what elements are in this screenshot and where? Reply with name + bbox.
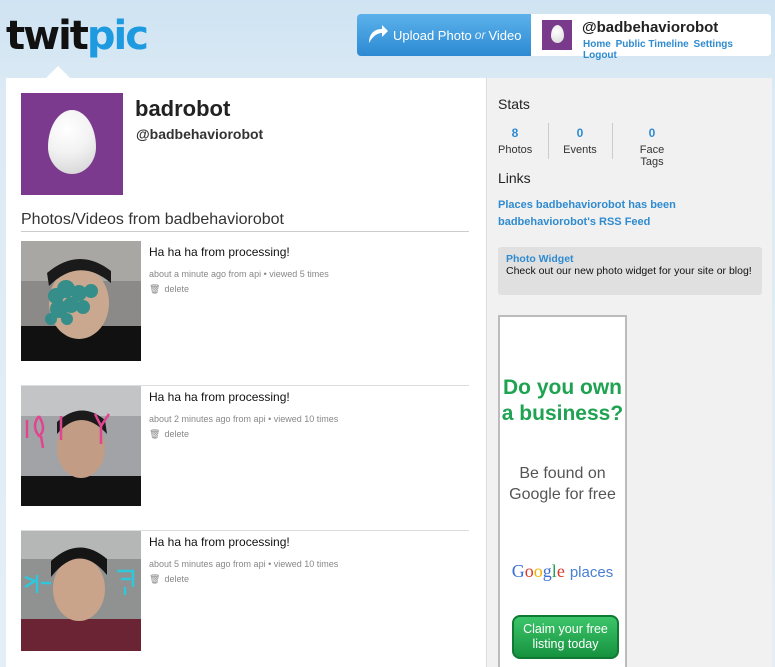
delete-link[interactable]: 🗑 delete (149, 574, 189, 585)
stat-photos[interactable]: 8 Photos (498, 126, 532, 156)
stats-title: Stats (498, 96, 530, 112)
stat-divider (548, 123, 549, 159)
stat-face-tags[interactable]: 0 Face Tags (627, 126, 677, 168)
stat-face-tags-value: 0 (648, 126, 656, 140)
photo-thumbnail[interactable] (21, 386, 141, 506)
delete-link[interactable]: 🗑 delete (149, 284, 189, 295)
upload-or: or (474, 28, 486, 42)
upload-arrow-icon (369, 25, 388, 43)
trash-icon: 🗑 (149, 429, 161, 439)
profile-name: badrobot (135, 96, 231, 121)
photo-message[interactable]: Ha ha ha from processing! (149, 245, 290, 259)
photo-meta: about 5 minutes ago from api • viewed 10… (149, 559, 339, 569)
nav-settings[interactable]: Settings (694, 39, 733, 50)
nav-home[interactable]: Home (583, 39, 611, 50)
delete-link[interactable]: 🗑 delete (149, 429, 189, 440)
upload-video-label: Video (488, 27, 522, 43)
rss-feed-link[interactable]: badbehaviorobot's RSS Feed (498, 216, 650, 228)
header-nav: Home Public Timeline Settings Logout (583, 39, 771, 61)
sidebar: Stats 8 Photos 0 Events 0 Face Tags Link… (486, 78, 772, 667)
google-wordmark: Google (511, 561, 565, 581)
stat-photos-label: Photos (498, 144, 533, 156)
trash-icon: 🗑 (149, 574, 161, 584)
photo-item: Ha ha ha from processing! about 5 minute… (21, 531, 469, 667)
photo-item: Ha ha ha from processing! about 2 minute… (21, 386, 469, 531)
nav-logout[interactable]: Logout (583, 50, 617, 61)
photo-widget-title[interactable]: Photo Widget (506, 253, 754, 265)
photo-thumbnail[interactable] (21, 241, 141, 361)
profile-avatar (21, 93, 123, 195)
photo-message[interactable]: Ha ha ha from processing! (149, 390, 290, 404)
logo-pic: pic (86, 13, 149, 59)
stat-divider (612, 123, 613, 159)
stat-events-label: Events (563, 144, 597, 156)
photo-meta: about a minute ago from api • viewed 5 t… (149, 269, 329, 279)
stat-photos-value: 8 (511, 126, 519, 140)
trash-icon: 🗑 (149, 284, 161, 294)
places-link[interactable]: Places badbehaviorobot has been (498, 199, 676, 211)
header-username[interactable]: @badbehaviorobot (582, 19, 718, 36)
photo-thumbnail[interactable] (21, 531, 141, 651)
egg-icon (48, 110, 96, 174)
places-label: places (569, 564, 614, 581)
links-title: Links (498, 170, 531, 186)
google-places-logo: Google places (500, 561, 625, 582)
panel-pointer (46, 66, 70, 78)
stat-events-value: 0 (576, 126, 584, 140)
user-box: @badbehaviorobot Home Public Timeline Se… (531, 14, 771, 61)
stat-events[interactable]: 0 Events (562, 126, 598, 156)
upload-label: Upload Photo (393, 27, 472, 43)
section-title: Photos/Videos from badbehaviorobot (21, 211, 469, 232)
photo-widget-text: Check out our new photo widget for your … (506, 265, 752, 277)
user-avatar[interactable] (542, 20, 572, 50)
google-places-ad[interactable]: Do you own a business? Be found on Googl… (498, 315, 627, 667)
egg-icon (551, 25, 564, 43)
stat-face-tags-label: Face Tags (639, 144, 665, 168)
logo-twit: twit (6, 13, 89, 59)
profile-handle: @badbehaviorobot (136, 126, 264, 142)
twitpic-logo[interactable]: twitpic (6, 13, 149, 64)
photo-item: Ha ha ha from processing! about a minute… (21, 241, 469, 386)
claim-listing-button[interactable]: Claim your free listing today (512, 615, 619, 659)
main-panel: badrobot @badbehaviorobot Photos/Videos … (6, 78, 486, 667)
photo-meta: about 2 minutes ago from api • viewed 10… (149, 414, 339, 424)
ad-headline: Do you own a business? (501, 376, 624, 425)
nav-public-timeline[interactable]: Public Timeline (616, 39, 689, 50)
photo-widget-box: Photo Widget Check out our new photo wid… (498, 247, 762, 295)
photo-message[interactable]: Ha ha ha from processing! (149, 535, 290, 549)
ad-subtext: Be found on Google for free (509, 465, 616, 503)
upload-button[interactable]: Upload Photo or Video (357, 14, 531, 56)
